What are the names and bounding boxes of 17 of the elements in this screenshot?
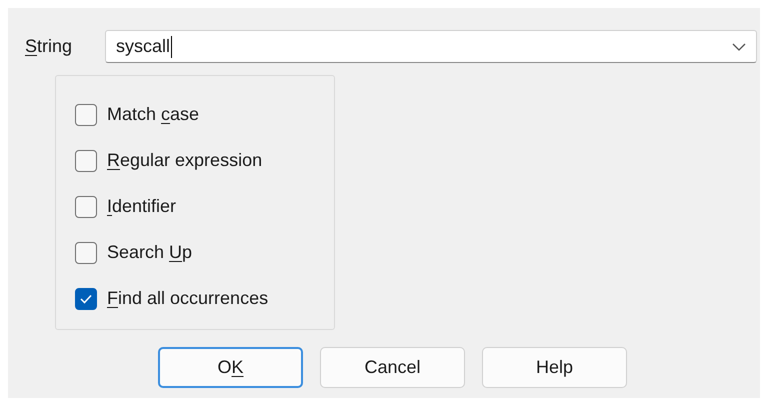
checkbox-label[interactable]: Regular expression — [107, 150, 262, 171]
checkbox-label[interactable]: Search Up — [107, 242, 192, 263]
checkbox-label[interactable]: Match case — [107, 104, 200, 125]
checkmark-icon — [79, 292, 93, 304]
checkbox[interactable] — [75, 242, 97, 264]
string-combobox[interactable]: syscall — [105, 30, 757, 63]
checkbox[interactable] — [75, 196, 97, 218]
checkbox[interactable] — [75, 288, 97, 310]
cancel-button[interactable]: Cancel — [320, 347, 465, 388]
ok-button[interactable]: OK — [158, 347, 303, 388]
checkbox[interactable] — [75, 150, 97, 172]
checkbox-label[interactable]: Identifier — [107, 196, 176, 217]
checkbox-label[interactable]: Find all occurrences — [107, 288, 268, 309]
help-button[interactable]: Help — [482, 347, 627, 388]
checkbox[interactable] — [75, 104, 97, 126]
chevron-down-icon[interactable] — [732, 43, 746, 51]
string-label: String — [25, 36, 74, 57]
